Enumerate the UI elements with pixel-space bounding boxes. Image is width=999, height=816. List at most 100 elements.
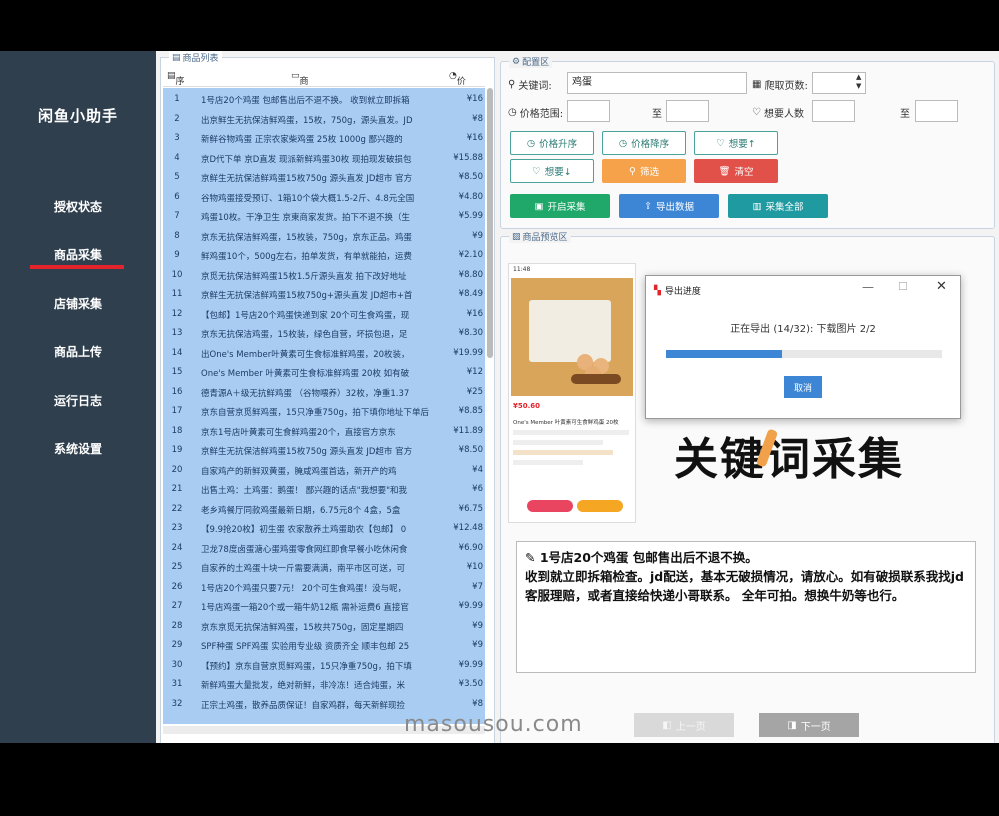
price-desc-button[interactable]: ◷ 价格降序 — [602, 131, 686, 155]
next-icon: ◨ — [787, 719, 797, 731]
row-number: 9 — [174, 250, 180, 260]
row-number: 21 — [171, 484, 183, 494]
table-row[interactable]: 3 新鲜谷物鸡蛋 正宗农家柴鸡蛋 25枚 1000g 鄙兴趣的 ¥16 — [163, 129, 485, 147]
row-price: ¥9.99 — [458, 601, 483, 611]
wants-desc-button[interactable]: ♡ 想要↓ — [510, 159, 594, 183]
row-price: ¥8.50 — [458, 172, 483, 182]
col-no-header[interactable]: ▤ 序号 — [167, 71, 185, 100]
phone-time: 11:48 — [513, 266, 531, 273]
table-row[interactable]: 21 出售土鸡：土鸡蛋：鹅蛋！ 鄙兴趣的话点"我想要"和我 ¥6 — [163, 480, 485, 498]
table-row[interactable]: 6 谷物鸡蛋接受预订、1箱10个袋大概1.5-2斤、4.8元全国 ¥4.80 — [163, 188, 485, 206]
price-min-input[interactable] — [567, 100, 610, 122]
minimize-icon[interactable]: — — [862, 280, 874, 294]
table-row[interactable]: 4 京D代下单 京D直发 现派新鲜鸡蛋30枚 现拍现发破损包 ¥15.88 — [163, 149, 485, 167]
row-product-name: 1号店20个鸡蛋 包邮售出后不退不换。 收到就立即拆箱 — [201, 96, 410, 106]
row-product-name: 1号店20个鸡蛋只要7元！ 20个可生食鸡蛋！没与呢， — [201, 583, 407, 594]
app-window: 闲鱼小助手 授权状态 商品采集 店铺采集 商品上传 运行日志 系统设置 ▤ 商品… — [0, 51, 999, 743]
heart-icon: ♡ — [716, 137, 725, 149]
col-name-header[interactable]: ▭ 商品名称 — [291, 71, 309, 126]
table-row[interactable]: 15 One's Member 叶黄素可生食标准鲜鸡蛋 20枚 如有破 ¥12 — [163, 363, 485, 381]
table-row[interactable]: 25 自家养的土鸡蛋十块一斤需要满满，南平市区可送，可 ¥10 — [163, 558, 485, 576]
table-row[interactable]: 11 京鲜生无抗保洁鲜鸡蛋15枚750g+源头直发 JD超市+首 ¥8.49 — [163, 285, 485, 303]
row-number: 24 — [171, 542, 183, 553]
row-price: ¥25 — [466, 386, 483, 397]
keyword-input[interactable]: 鸡蛋 — [567, 72, 747, 94]
maximize-icon[interactable]: ☐ — [898, 280, 908, 293]
row-number: 28 — [171, 620, 183, 631]
row-number: 32 — [171, 698, 183, 709]
row-number: 6 — [174, 191, 180, 202]
stepper-arrows-icon[interactable]: ▲ ▼ — [856, 73, 861, 91]
search-icon: ⚲ — [508, 79, 516, 90]
nav-product-collect[interactable]: 商品采集 — [0, 246, 156, 263]
table-row[interactable]: 24 卫龙78度卤蛋溏心蛋鸡蛋零食网红即食早餐小吃休闲食 ¥6.90 — [163, 539, 485, 557]
row-price: ¥9 — [472, 230, 483, 241]
close-icon[interactable]: ✕ — [936, 279, 947, 294]
vertical-scrollbar[interactable] — [487, 88, 493, 358]
table-row[interactable]: 23 【9.9抢20枚】初生蛋 农家散养土鸡蛋助农【包邮】 0 ¥12.48 — [163, 519, 485, 537]
row-number: 23 — [171, 523, 183, 533]
table-row[interactable]: 19 京鲜生无抗保洁鲜鸡蛋15枚750g 源头直发 JD超市 官方 ¥8.50 — [163, 441, 485, 459]
table-row[interactable]: 7 鸡蛋10枚。干净卫生 京東商家发货。拍下不退不换（生 ¥5.99 — [163, 207, 485, 225]
export-data-button[interactable]: ⇪ 导出数据 — [619, 194, 719, 218]
wants-min-input[interactable] — [812, 100, 855, 122]
start-collect-button[interactable]: ▣ 开启采集 — [510, 194, 610, 218]
product-table-body[interactable]: 1 1号店20个鸡蛋 包邮售出后不退不换。 收到就立即拆箱 ¥16 2 出京鲜生无抗保洁… — [163, 88, 485, 724]
cancel-export-button[interactable]: 取消 — [784, 376, 822, 398]
price-range-label: ◷ 价格范围: — [508, 107, 564, 120]
prev-page-button[interactable]: ◧ 上一页 — [634, 713, 734, 737]
row-product-name: One's Member 叶黄素可生食标准鲜鸡蛋 20枚 如有破 — [201, 369, 410, 379]
filter-button[interactable]: ⚲ 筛选 — [602, 159, 686, 183]
row-product-name: 自家养的土鸡蛋十块一斤需要满满，南平市区可送，可 — [201, 564, 406, 574]
table-row[interactable]: 8 京东无抗保洁鲜鸡蛋，15枚装，750g，京东正品。鸡蛋 ¥9 — [163, 227, 485, 245]
wants-asc-button[interactable]: ♡ 想要↑ — [694, 131, 778, 155]
table-row[interactable]: 26 1号店20个鸡蛋只要7元！ 20个可生食鸡蛋！没与呢， ¥7 — [163, 578, 485, 596]
table-row[interactable]: 28 京东京觅无抗保洁鲜鸡蛋，15枚共750g，固定星期四 ¥9 — [163, 617, 485, 635]
table-row[interactable]: 18 京东1号店叶黄素可生食鲜鸡蛋20个，直接官方京东 ¥11.89 — [163, 422, 485, 440]
table-row[interactable]: 30 【预约】京东自营京觅鲜鸡蛋，15只净重750g，拍下填 ¥9.99 — [163, 656, 485, 674]
row-product-name: 鲜鸡蛋10个，500g左右，拍单发货，有单就能拍，运费 — [201, 252, 412, 262]
row-product-name: 1号店鸡蛋一箱20个或一箱牛奶12瓶 需补运费6 直接官 — [201, 603, 409, 613]
table-row[interactable]: 31 新鲜鸡蛋大量批发，绝对新鲜，非冷冻！适合炖蛋，米 ¥3.50 — [163, 675, 485, 693]
nav-run-log[interactable]: 运行日志 — [0, 392, 156, 409]
table-row[interactable]: 17 京东自营京觅鲜鸡蛋，15只净重750g，拍下填你地址下单后 ¥8.85 — [163, 402, 485, 420]
price-max-input[interactable] — [666, 100, 709, 122]
collect-all-button[interactable]: ▥ 采集全部 — [728, 194, 828, 218]
table-row[interactable]: 29 SPF种蛋 SPF鸡蛋 实验用专业级 资质齐全 顺丰包邮 25 ¥9 — [163, 636, 485, 654]
table-row[interactable]: 27 1号店鸡蛋一箱20个或一箱牛奶12瓶 需补运费6 直接官 ¥9.99 — [163, 597, 485, 615]
row-number: 12 — [171, 308, 183, 319]
table-row[interactable]: 14 出One's Member叶黄素可生食标准鲜鸡蛋，20枚装， ¥19.99 — [163, 344, 485, 362]
row-number: 25 — [171, 562, 183, 572]
export-progress-fill — [666, 350, 782, 358]
wants-max-input[interactable] — [915, 100, 958, 122]
table-row[interactable]: 10 京觅无抗保洁鲜鸡蛋15枚1.5斤源头直发 拍下改好地址 ¥8.80 — [163, 266, 485, 284]
table-row[interactable]: 13 京东无抗保洁鸡蛋，15枚装，绿色自营，坏损包退，足 ¥8.30 — [163, 324, 485, 342]
table-row[interactable]: 5 京鲜生无抗保洁鲜鸡蛋15枚750g 源头直发 JD超市 官方 ¥8.50 — [163, 168, 485, 186]
table-row[interactable]: 2 出京鲜生无抗保洁鲜鸡蛋，15枚，750g，源头直发。JD ¥8 — [163, 110, 485, 128]
row-product-name: 京东自营京觅鲜鸡蛋，15只净重750g，拍下填你地址下单后 — [201, 408, 429, 418]
table-row[interactable]: 20 自家鸡产的新鲜双黄蛋，腌咸鸡蛋首选，新开产的鸡 ¥4 — [163, 461, 485, 479]
table-row[interactable]: 1 1号店20个鸡蛋 包邮售出后不退不换。 收到就立即拆箱 ¥16 — [163, 90, 485, 108]
price-asc-button[interactable]: ◷ 价格升序 — [510, 131, 594, 155]
nav-product-upload[interactable]: 商品上传 — [0, 343, 156, 360]
row-price: ¥8 — [472, 113, 483, 124]
table-header: ▤ 序号 ▭ 商品名称 ◔ 价格 — [163, 68, 485, 126]
row-product-name: 京觅无抗保洁鲜鸡蛋15枚1.5斤源头直发 拍下改好地址 — [201, 271, 407, 282]
row-number: 10 — [171, 269, 183, 280]
table-row[interactable]: 9 鲜鸡蛋10个，500g左右，拍单发货，有单就能拍，运费 ¥2.10 — [163, 246, 485, 264]
nav-shop-collect[interactable]: 店铺采集 — [0, 295, 156, 312]
table-row[interactable]: 32 正宗土鸡蛋，散养品质保证！自家鸡群，每天新鲜现捡 ¥8 — [163, 695, 485, 713]
table-row[interactable]: 12 【包邮】1号店20个鸡蛋快递到家 20个可生食鸡蛋，现 ¥16 — [163, 305, 485, 323]
row-price: ¥6 — [472, 484, 483, 494]
table-row[interactable]: 16 德青源A＋级无抗鲜鸡蛋 （谷物喂养）32枚，净重1.37 ¥25 — [163, 383, 485, 401]
table-row[interactable]: 22 老乡鸡餐厅同款鸡蛋最新日期，6.75元8个 4盒，5盒 ¥6.75 — [163, 500, 485, 518]
nav-system-settings[interactable]: 系统设置 — [0, 440, 156, 457]
col-price-header[interactable]: ◔ 价格 — [449, 71, 466, 100]
next-page-button[interactable]: ◨ 下一页 — [759, 713, 859, 737]
watermark: masousou.com — [404, 712, 583, 737]
nav-authorization[interactable]: 授权状态 — [0, 198, 156, 215]
row-product-name: 出售土鸡：土鸡蛋：鹅蛋！ 鄙兴趣的话点"我想要"和我 — [201, 486, 408, 496]
row-number: 1 — [174, 94, 180, 104]
sort-asc-icon: ◷ — [526, 137, 536, 149]
clear-button[interactable]: 🗑 清空 — [694, 159, 778, 183]
